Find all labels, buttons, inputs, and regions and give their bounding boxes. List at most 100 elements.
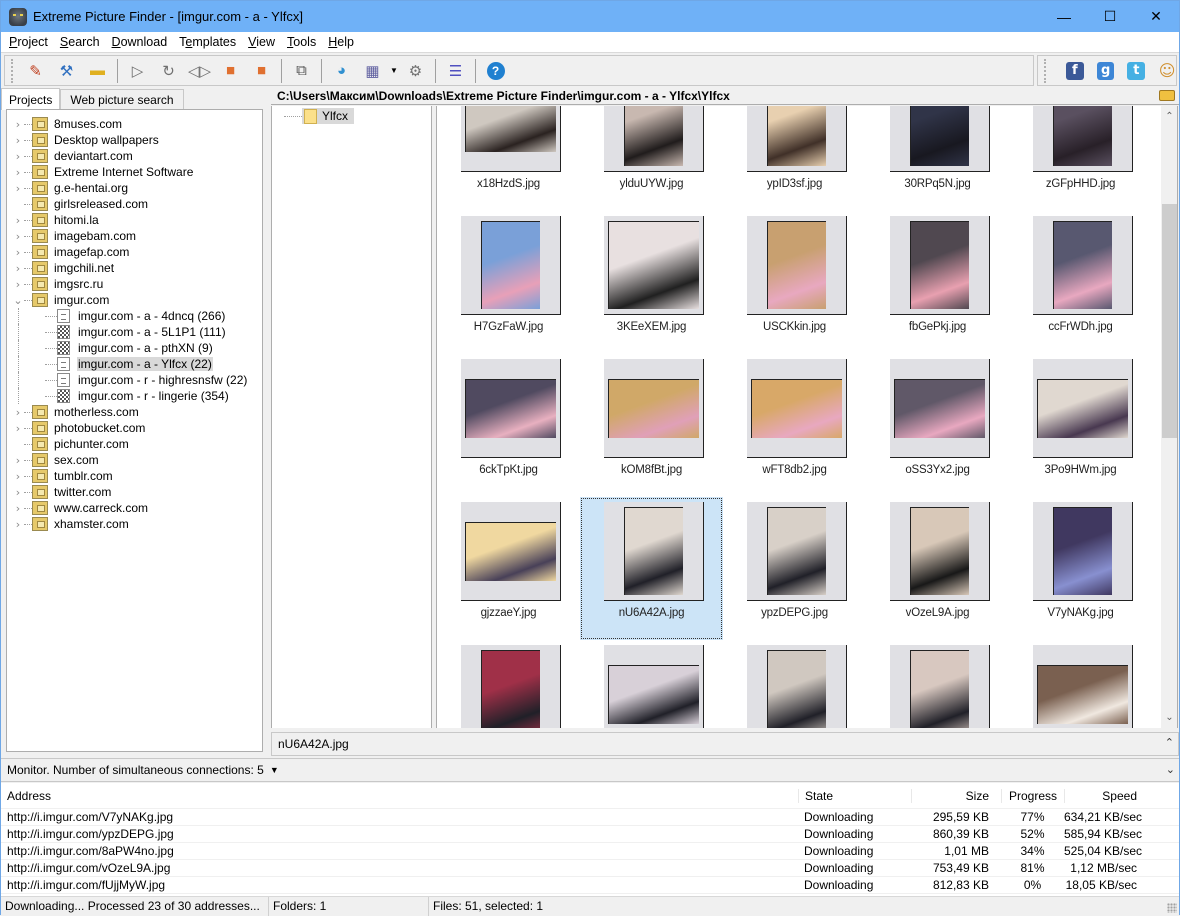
settings-button[interactable]: ⚙ xyxy=(400,58,431,84)
tab-projects[interactable]: Projects xyxy=(1,88,61,110)
expand-arrow-icon[interactable]: › xyxy=(12,502,24,515)
connections-dropdown-icon[interactable]: ▼ xyxy=(270,765,279,775)
tree-child-item[interactable]: imgur.com - a - 4dncq (266) xyxy=(7,308,262,324)
tree-item[interactable]: › 8muses.com xyxy=(7,116,262,132)
thumbnail-item[interactable]: 3KEeXEM.jpg xyxy=(580,211,723,354)
tree-item[interactable]: › Desktop wallpapers xyxy=(7,132,262,148)
resize-grip[interactable] xyxy=(1167,903,1177,913)
scroll-down-arrow-icon[interactable]: ⌄ xyxy=(1161,709,1178,726)
tree-item[interactable]: › Extreme Internet Software xyxy=(7,164,262,180)
expand-arrow-icon[interactable]: › xyxy=(12,518,24,531)
view-mode-dropdown-icon[interactable]: ▼ xyxy=(388,66,400,75)
web-globe-button[interactable]: ◕ xyxy=(326,58,357,84)
minimize-button[interactable]: — xyxy=(1041,1,1087,32)
thumbnail-item[interactable]: ccFrWDh.jpg xyxy=(1009,211,1152,354)
social-toolbar-grip[interactable] xyxy=(1044,58,1047,83)
help-button[interactable]: ? xyxy=(480,58,511,84)
open-folder-icon[interactable] xyxy=(1159,90,1175,101)
thumbnail-item[interactable]: gjzzaeY.jpg xyxy=(437,497,580,640)
comment-button[interactable]: ▬ xyxy=(82,58,113,84)
tree-item[interactable]: › motherless.com xyxy=(7,404,262,420)
expand-arrow-icon[interactable]: › xyxy=(12,486,24,499)
toolbar-grip[interactable] xyxy=(11,58,14,83)
download-row[interactable]: http://i.imgur.com/fUjjMyW.jpg Downloadin… xyxy=(1,877,1179,894)
menu-help[interactable]: Help xyxy=(322,35,360,49)
download-row[interactable]: http://i.imgur.com/8aPW4no.jpg Downloadin… xyxy=(1,843,1179,860)
thumbnail-item[interactable]: fUjjMyW.jpg xyxy=(866,640,1009,728)
folder-tree[interactable]: Ylfcx xyxy=(271,106,432,728)
expand-arrow-icon[interactable]: › xyxy=(12,182,24,195)
menu-search[interactable]: Search xyxy=(54,35,106,49)
filename-bar[interactable]: nU6A42A.jpg ⌃ xyxy=(271,732,1179,756)
tree-child-item[interactable]: imgur.com - r - lingerie (354) xyxy=(7,388,262,404)
google-icon[interactable]: g xyxy=(1096,61,1115,80)
tree-item[interactable]: › g.e-hentai.org xyxy=(7,180,262,196)
expand-arrow-icon[interactable]: › xyxy=(12,166,24,179)
expand-arrow-icon[interactable]: › xyxy=(12,406,24,419)
tree-item[interactable]: › tumblr.com xyxy=(7,468,262,484)
view-mode-button[interactable]: ▦ xyxy=(357,58,388,84)
tree-item[interactable]: › www.carreck.com xyxy=(7,500,262,516)
scrollbar-thumb[interactable] xyxy=(1162,204,1177,438)
thumbnail-item[interactable]: t9VL05G.jpg xyxy=(723,640,866,728)
tree-item[interactable]: › twitter.com xyxy=(7,484,262,500)
tree-child-item[interactable]: imgur.com - r - highresnsfw (22) xyxy=(7,372,262,388)
tree-item[interactable]: › xhamster.com xyxy=(7,516,262,532)
menu-download[interactable]: Download xyxy=(106,35,174,49)
collapse-arrow-icon[interactable]: ⌄ xyxy=(12,294,24,307)
thumbnail-scrollbar[interactable]: ⌃ ⌄ xyxy=(1161,106,1178,728)
column-state[interactable]: State xyxy=(798,788,911,803)
expand-arrow-icon[interactable]: › xyxy=(12,470,24,483)
tree-item[interactable]: › imagebam.com xyxy=(7,228,262,244)
tree-child-item[interactable]: imgur.com - a - Ylfcx (22) xyxy=(7,356,262,372)
expand-arrow-icon[interactable]: › xyxy=(12,262,24,275)
thumbnail-item[interactable]: 6TXomLJ-001.jpg xyxy=(1009,640,1152,728)
column-size[interactable]: Size xyxy=(911,788,1001,803)
expand-arrow-icon[interactable]: › xyxy=(12,246,24,259)
column-progress[interactable]: Progress xyxy=(1001,788,1064,803)
expand-caret-icon[interactable]: ⌄ xyxy=(1166,763,1175,776)
thumbnail-item[interactable]: 3Po9HWm.jpg xyxy=(1009,354,1152,497)
tree-item[interactable]: › photobucket.com xyxy=(7,420,262,436)
menu-templates[interactable]: Templates xyxy=(173,35,242,49)
tree-item[interactable]: › imagefap.com xyxy=(7,244,262,260)
menu-view[interactable]: View xyxy=(242,35,281,49)
thumbnail-view[interactable]: x18HzdS.jpg ylduUYW.jpg ypID3sf.jpg 30RPq5N… xyxy=(436,106,1161,728)
thumbnail-item[interactable]: oSS3Yx2.jpg xyxy=(866,354,1009,497)
tab-web-picture-search[interactable]: Web picture search xyxy=(60,89,184,110)
expand-arrow-icon[interactable]: › xyxy=(12,422,24,435)
thumbnail-item[interactable]: 6ckTpKt.jpg xyxy=(437,354,580,497)
thumbnail-item[interactable]: wFT8db2.jpg xyxy=(723,354,866,497)
facebook-icon[interactable]: f xyxy=(1065,61,1084,80)
maximize-button[interactable]: ☐ xyxy=(1087,1,1133,32)
copy-move-button[interactable]: ⧉ xyxy=(286,58,317,84)
tree-item[interactable]: › imgchili.net xyxy=(7,260,262,276)
tree-item[interactable]: › hitomi.la xyxy=(7,212,262,228)
thumbnail-item[interactable]: x18HzdS.jpg xyxy=(437,106,580,211)
expand-arrow-icon[interactable]: › xyxy=(12,214,24,227)
thumbnail-item[interactable]: nU6A42A.jpg xyxy=(580,497,723,640)
tree-item[interactable]: › deviantart.com xyxy=(7,148,262,164)
thumbnail-item[interactable]: kOM8fBt.jpg xyxy=(580,354,723,497)
thumbnail-item[interactable]: 30RPq5N.jpg xyxy=(866,106,1009,211)
tree-item[interactable]: › sex.com xyxy=(7,452,262,468)
thumbnail-item[interactable]: USCKkin.jpg xyxy=(723,211,866,354)
stop-all-button[interactable]: ■ xyxy=(246,58,277,84)
thumbnail-item[interactable]: zGFpHHD.jpg xyxy=(1009,106,1152,211)
thumbnail-item[interactable]: ypID3sf.jpg xyxy=(723,106,866,211)
thumbnail-item[interactable]: ylduUYW.jpg xyxy=(580,106,723,211)
title-bar[interactable]: Extreme Picture Finder - [imgur.com - a … xyxy=(1,1,1179,32)
search-tools-button[interactable]: ⚒ xyxy=(51,58,82,84)
community-icon[interactable]: ☺ xyxy=(1158,61,1176,80)
thumbnail-item[interactable]: vOzeL9A.jpg xyxy=(866,497,1009,640)
tree-child-item[interactable]: imgur.com - a - 5L1P1 (111) xyxy=(7,324,262,340)
thumbnail-item[interactable]: 00fW95S.jpg xyxy=(580,640,723,728)
start-button[interactable]: ▷ xyxy=(122,58,153,84)
tree-item[interactable]: › imgsrc.ru xyxy=(7,276,262,292)
download-row[interactable]: http://i.imgur.com/V7yNAKg.jpg Downloadin… xyxy=(1,809,1179,826)
thumbnail-item[interactable]: fbGePkj.jpg xyxy=(866,211,1009,354)
menu-tools[interactable]: Tools xyxy=(281,35,322,49)
twitter-icon[interactable]: t xyxy=(1127,61,1146,80)
expand-arrow-icon[interactable]: › xyxy=(12,278,24,291)
thumbnail-item[interactable]: H7GzFaW.jpg xyxy=(437,211,580,354)
